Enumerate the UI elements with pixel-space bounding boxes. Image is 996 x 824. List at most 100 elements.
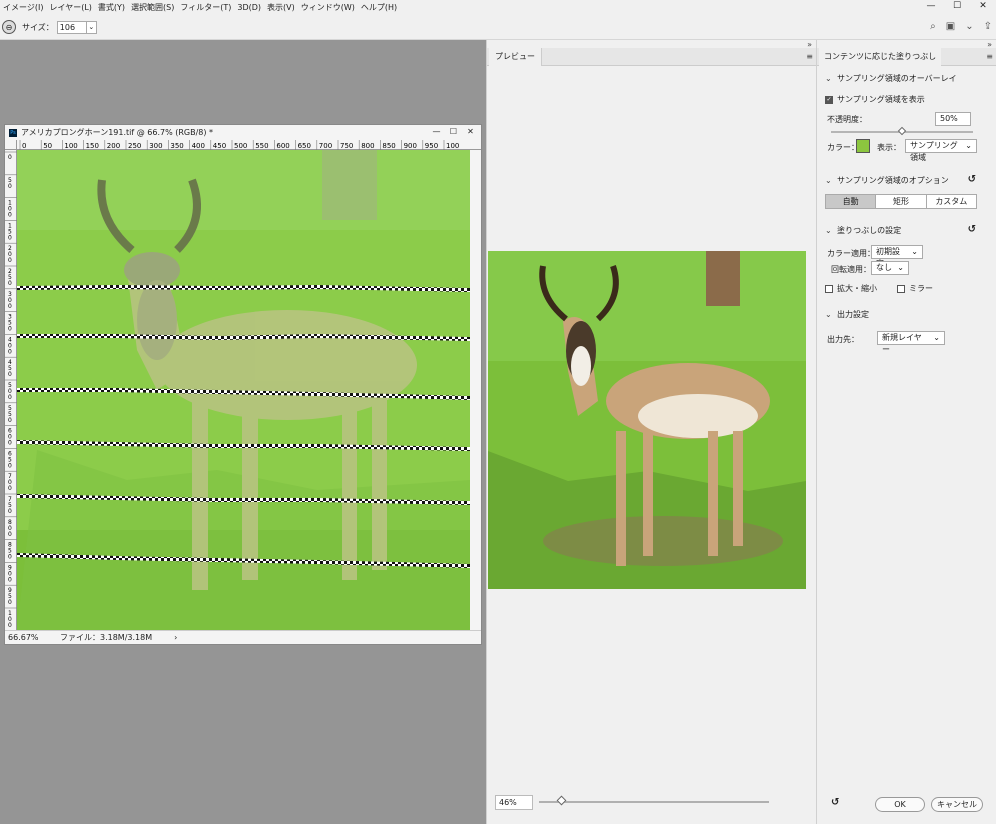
section-fill-header[interactable]: ⌄ 塗りつぶしの設定 bbox=[825, 225, 901, 236]
preview-zoom-input[interactable]: 46% bbox=[495, 795, 533, 810]
scale-label: 拡大・縮小 bbox=[837, 284, 877, 293]
search-icon[interactable]: ⌕ bbox=[930, 21, 936, 32]
cancel-button[interactable]: キャンセル bbox=[931, 797, 983, 812]
reset-all-icon[interactable]: ↺ bbox=[831, 797, 839, 808]
rotation-dropdown[interactable]: なし ⌄ bbox=[871, 261, 909, 275]
menu-window[interactable]: ウィンドウ(W) bbox=[298, 2, 358, 13]
workspace-icon[interactable]: ▣ bbox=[946, 21, 955, 32]
document-status-bar: 66.67% ファイル：3.18M/3.18M › bbox=[5, 630, 481, 644]
preview-zoom-thumb[interactable] bbox=[556, 795, 567, 806]
ok-button[interactable]: OK bbox=[875, 797, 925, 812]
photoshop-icon: Ps bbox=[9, 128, 17, 137]
sampling-custom-button[interactable]: カスタム bbox=[926, 195, 976, 208]
zoom-level[interactable]: 66.67% bbox=[8, 633, 56, 642]
size-input[interactable]: 106 bbox=[56, 20, 87, 34]
document-title-bar[interactable]: Ps アメリカプロングホーン191.tif @ 66.7% (RGB/8) * … bbox=[5, 125, 481, 140]
doc-close-icon[interactable]: ✕ bbox=[462, 126, 479, 137]
opacity-slider-thumb[interactable] bbox=[897, 126, 907, 136]
sampling-mode-segmented: 自動 矩形 カスタム bbox=[825, 194, 977, 209]
mirror-label: ミラー bbox=[909, 284, 933, 293]
window-controls: — ☐ ✕ bbox=[918, 0, 996, 12]
preview-zoom-slider[interactable] bbox=[539, 801, 769, 803]
ruler-tick-label: 250 bbox=[128, 142, 141, 150]
settings-menu-icon[interactable]: ≡ bbox=[986, 52, 993, 61]
menu-type[interactable]: 書式(Y) bbox=[95, 2, 128, 13]
file-info: ファイル：3.18M/3.18M bbox=[60, 633, 153, 642]
chevron-down-icon: ⌄ bbox=[825, 176, 832, 185]
output-value: 新規レイヤー bbox=[882, 333, 922, 354]
ruler-tick-label: 0 bbox=[22, 142, 26, 150]
tab-content-aware-fill[interactable]: コンテンツに応じた塗りつぶし bbox=[819, 48, 942, 66]
document-window: Ps アメリカプロングホーン191.tif @ 66.7% (RGB/8) * … bbox=[4, 124, 482, 645]
mirror-checkbox[interactable] bbox=[897, 284, 905, 293]
show-sampling-row[interactable]: ✓ サンプリング領域を表示 bbox=[825, 94, 925, 105]
vruler-tick-label: 150 bbox=[8, 222, 12, 241]
workspace-dropdown-icon[interactable]: ⌄ bbox=[965, 21, 973, 32]
overlay-color-swatch[interactable] bbox=[856, 139, 870, 153]
antelope-image-overlay bbox=[17, 150, 470, 631]
ruler-corner bbox=[5, 140, 17, 150]
share-icon[interactable]: ⇪ bbox=[984, 21, 992, 32]
section-output-header[interactable]: ⌄ 出力設定 bbox=[825, 309, 869, 320]
tab-preview[interactable]: プレビュー bbox=[489, 48, 542, 66]
doc-maximize-icon[interactable]: ☐ bbox=[445, 126, 462, 137]
vruler-tick-label: 500 bbox=[8, 382, 12, 401]
vruler-tick-label: 0 bbox=[8, 154, 12, 161]
document-title: アメリカプロングホーン191.tif @ 66.7% (RGB/8) * bbox=[21, 128, 214, 137]
reset-fill-icon[interactable]: ↺ bbox=[968, 224, 976, 235]
section-options-header[interactable]: ⌄ サンプリング領域のオプション bbox=[825, 175, 949, 186]
display-label: 表示： bbox=[877, 143, 901, 152]
section-overlay-header[interactable]: ⌄ サンプリング領域のオーバーレイ bbox=[825, 73, 957, 84]
size-dropdown-icon[interactable]: ⌄ bbox=[86, 20, 97, 34]
show-sampling-checkbox[interactable]: ✓ bbox=[825, 95, 833, 104]
rotation-label: 回転適用： bbox=[831, 265, 871, 274]
mirror-row[interactable]: ミラー bbox=[897, 283, 933, 294]
content-aware-fill-panel: » コンテンツに応じた塗りつぶし ≡ ⌄ サンプリング領域のオーバーレイ ✓ サ… bbox=[816, 40, 996, 824]
section-output-title: 出力設定 bbox=[837, 310, 869, 319]
sampling-auto-button[interactable]: 自動 bbox=[826, 195, 877, 208]
output-dropdown[interactable]: 新規レイヤー ⌄ bbox=[877, 331, 945, 354]
opacity-input[interactable]: 50% bbox=[935, 112, 971, 126]
menu-view[interactable]: 表示(V) bbox=[264, 2, 298, 13]
ruler-tick-label: 500 bbox=[234, 142, 247, 150]
scale-checkbox[interactable] bbox=[825, 284, 833, 293]
options-right-icons: ⌕ ▣ ⌄ ⇪ bbox=[930, 21, 992, 32]
ruler-tick-label: 350 bbox=[170, 142, 183, 150]
color-adapt-label: カラー適用： bbox=[827, 249, 875, 258]
vertical-scrollbar[interactable] bbox=[470, 150, 481, 631]
vruler-tick-label: 700 bbox=[8, 473, 12, 492]
chevron-down-icon: ⌄ bbox=[825, 310, 832, 319]
menu-select[interactable]: 選択範囲(S) bbox=[128, 2, 177, 13]
doc-minimize-icon[interactable]: — bbox=[428, 126, 445, 137]
menu-3d[interactable]: 3D(D) bbox=[234, 3, 264, 12]
display-value: サンプリング領域 bbox=[910, 141, 958, 162]
vruler-tick-label: 350 bbox=[8, 314, 12, 333]
ruler-tick-label: 700 bbox=[319, 142, 332, 150]
display-dropdown[interactable]: サンプリング領域 ⌄ bbox=[905, 139, 977, 162]
rotation-value: なし bbox=[876, 263, 892, 272]
ruler-tick-label: 550 bbox=[255, 142, 268, 150]
reset-options-icon[interactable]: ↺ bbox=[968, 174, 976, 185]
ruler-tick-label: 50 bbox=[43, 142, 52, 150]
vruler-tick-label: 750 bbox=[8, 496, 12, 515]
maximize-icon[interactable]: ☐ bbox=[944, 0, 970, 12]
scale-row[interactable]: 拡大・縮小 bbox=[825, 283, 877, 294]
menu-layer[interactable]: レイヤー(L) bbox=[46, 2, 94, 13]
menu-help[interactable]: ヘルプ(H) bbox=[358, 2, 400, 13]
lasso-subtract-icon[interactable]: ⊖ bbox=[2, 20, 16, 34]
close-icon[interactable]: ✕ bbox=[970, 0, 996, 12]
vruler-tick-label: 600 bbox=[8, 428, 12, 447]
sampling-rect-button[interactable]: 矩形 bbox=[876, 195, 927, 208]
color-adapt-dropdown[interactable]: 初期設定 ⌄ bbox=[871, 245, 923, 268]
status-arrow-icon[interactable]: › bbox=[174, 633, 177, 642]
preview-menu-icon[interactable]: ≡ bbox=[806, 52, 813, 61]
image-canvas[interactable] bbox=[17, 150, 470, 631]
ruler-tick-label: 950 bbox=[425, 142, 438, 150]
vruler-tick-label: 850 bbox=[8, 542, 12, 561]
chevron-down-icon: ⌄ bbox=[965, 141, 972, 150]
menu-image[interactable]: イメージ(I) bbox=[0, 2, 46, 13]
menu-filter[interactable]: フィルター(T) bbox=[177, 2, 234, 13]
minimize-icon[interactable]: — bbox=[918, 0, 944, 12]
vruler-tick-label: 100 bbox=[8, 200, 12, 219]
vruler-tick-label: 800 bbox=[8, 519, 12, 538]
